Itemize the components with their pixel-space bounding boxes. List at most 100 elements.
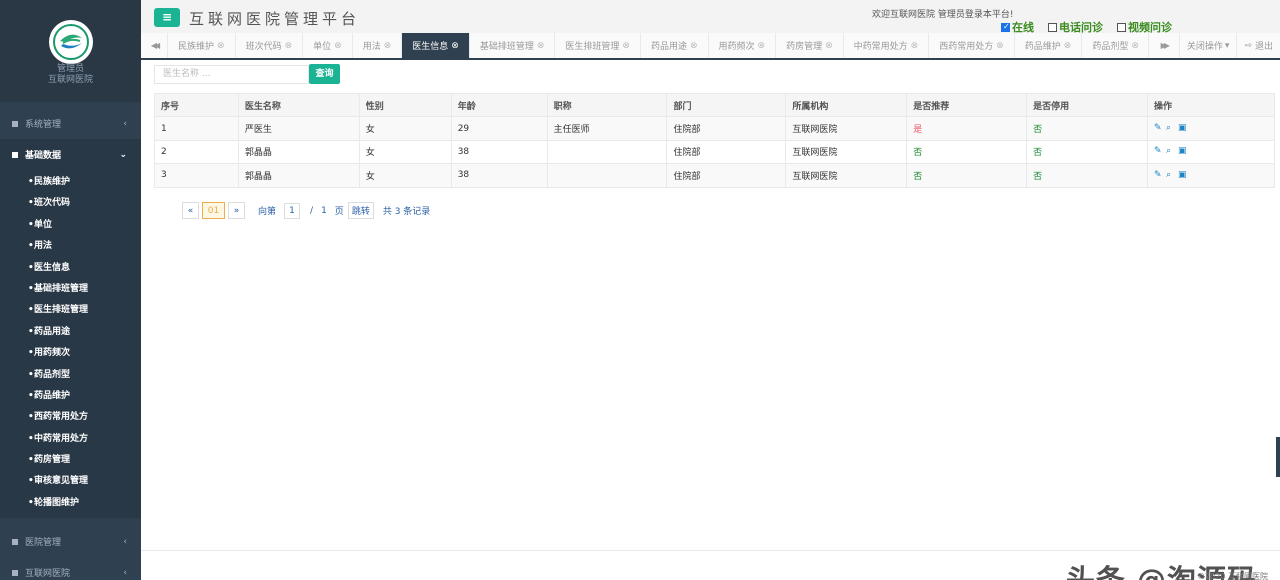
close-icon[interactable]: ⊗ [911,41,919,51]
column-header[interactable]: 性别 [358,92,452,118]
sidebar-item-review-opinion[interactable]: 审核意见管理 [0,471,141,493]
tab-drug-use[interactable]: 药品用途 ⊗ [641,33,709,58]
sidebar-item-unit[interactable]: 单位 [0,215,141,237]
tab-drug-frequency[interactable]: 用药频次 ⊗ [709,33,777,58]
doctor-name-search-input[interactable]: 医生名称 ... [154,65,309,84]
tab-unit[interactable]: 单位 ⊗ [303,33,353,58]
search-icon[interactable]: ⌕ [1166,147,1175,156]
checkbox-unchecked-icon[interactable] [1117,22,1126,32]
sidebar-item-drug-form[interactable]: 药品剂型 [0,365,141,387]
goto-page-input[interactable]: 1 [284,202,301,219]
menu-group-label: 医院管理 [25,538,62,549]
close-icon[interactable]: ⊗ [384,41,392,51]
column-header[interactable]: 部门 [666,92,787,118]
tab-chinese-rx[interactable]: 中药常用处方 ⊗ [844,33,930,58]
caret-down-icon: ▾ [1224,40,1230,51]
close-icon[interactable]: ⊗ [451,41,459,51]
image-icon[interactable]: ▣ [1178,124,1187,133]
current-page-button[interactable]: 01 [202,202,225,219]
tab-doctor-schedule[interactable]: 医生排班管理 ⊗ [555,33,641,58]
profile-role[interactable]: 管理员 [0,64,141,75]
sidebar-item-doctor-schedule[interactable]: 医生排班管理 [0,300,141,322]
side-edge-handle[interactable] [1276,437,1280,477]
sidebar-item-ethnicity[interactable]: 民族维护 [0,172,141,194]
column-header[interactable]: 医生名称 [237,92,360,118]
close-icon[interactable]: ⊗ [996,41,1004,51]
close-icon[interactable]: ⊗ [1131,41,1139,51]
last-page-button[interactable]: » [228,202,245,219]
cell-gender: 女 [358,116,452,141]
logout-button[interactable]: ⇨ 退出 [1236,33,1280,58]
sidebar-item-western-rx[interactable]: 西药常用处方 [0,407,141,429]
checkbox-checked-icon[interactable] [1001,22,1010,32]
close-icon[interactable]: ⊗ [537,41,545,51]
menu-group-system[interactable]: 系统管理 ‹ [0,108,141,139]
search-icon[interactable]: ⌕ [1166,124,1175,133]
table-row[interactable]: 3 郭晶晶 女 38 住院部 互联网医院 否 否 ✎ ⌕ ▣ [154,163,1276,188]
tab-prev-button[interactable]: ◀◀ [141,33,168,58]
tab-label: 药品维护 [1024,42,1061,52]
tab-ethnicity[interactable]: 民族维护 ⊗ [168,33,236,58]
first-page-button[interactable]: « [182,202,199,219]
cell-name: 郭晶晶 [237,139,360,165]
column-header[interactable]: 序号 [154,92,239,118]
tab-drug-form[interactable]: 药品剂型 ⊗ [1082,33,1147,58]
close-operations-dropdown[interactable]: 关闭操作 ▾ [1178,33,1237,58]
sidebar-item-usage[interactable]: 用法 [0,236,141,258]
close-icon[interactable]: ⊗ [758,41,766,51]
total-records: 共 3 条记录 [382,207,431,217]
cell-no: 2 [154,139,239,165]
edit-pencil-icon[interactable]: ✎ [1154,124,1163,133]
search-button[interactable]: 查询 [309,64,340,84]
table-row[interactable]: 1 严医生 女 29 主任医师 住院部 互联网医院 是 否 ✎ ⌕ ▣ [154,116,1276,141]
table-row[interactable]: 2 郭晶晶 女 38 住院部 互联网医院 否 否 ✎ ⌕ ▣ [154,139,1276,165]
sidebar-item-drug-maintain[interactable]: 药品维护 [0,386,141,408]
column-header[interactable]: 是否停用 [1026,92,1148,118]
cell-actions: ✎ ⌕ ▣ [1146,163,1276,188]
close-icon[interactable]: ⊗ [690,41,698,51]
sidebar-item-drug-frequency[interactable]: 用药频次 [0,343,141,365]
close-icon[interactable]: ⊗ [334,41,342,51]
column-header[interactable]: 职称 [546,92,668,118]
cell-age: 38 [450,163,548,188]
sidebar-item-chinese-rx[interactable]: 中药常用处方 [0,429,141,451]
menu-group-hospital[interactable]: 医院管理 ‹ [0,526,141,557]
tab-drug-maintain[interactable]: 药品维护 ⊗ [1015,33,1083,58]
sidebar-item-pharmacy[interactable]: 药房管理 [0,450,141,472]
tab-shift-code[interactable]: 班次代码 ⊗ [236,33,304,58]
sidebar-item-doctor-info[interactable]: 医生信息 [0,258,141,280]
close-icon[interactable]: ⊗ [825,41,833,51]
tab-basic-schedule[interactable]: 基础排班管理 ⊗ [470,33,556,58]
grid-icon [12,120,18,127]
close-icon[interactable]: ⊗ [217,41,225,51]
column-header[interactable]: 年龄 [450,92,548,118]
sidebar-item-carousel[interactable]: 轮播图维护 [0,493,141,515]
sidebar-item-basic-schedule[interactable]: 基础排班管理 [0,279,141,301]
tab-doctor-info[interactable]: 医生信息 ⊗ [402,33,470,58]
search-icon[interactable]: ⌕ [1166,170,1175,180]
tab-usage[interactable]: 用法 ⊗ [353,33,403,58]
menu-group-internet-hospital[interactable]: 互联网医院 ‹ [0,557,141,580]
sidebar-item-drug-use[interactable]: 药品用途 [0,322,141,344]
image-icon[interactable]: ▣ [1178,170,1187,180]
tab-label: 班次代码 [245,42,282,52]
tab-next-button[interactable]: ▶▶ [1147,33,1179,58]
tab-pharmacy[interactable]: 药房管理 ⊗ [776,33,844,58]
menu-toggle-button[interactable]: ≡ [154,8,180,27]
cell-dept: 住院部 [666,139,787,165]
edit-pencil-icon[interactable]: ✎ [1154,170,1163,180]
menu-group-basic-data[interactable]: 基础数据 ⌄ [0,139,141,170]
image-icon[interactable]: ▣ [1178,147,1187,156]
column-header[interactable]: 所属机构 [785,92,908,118]
jump-button[interactable]: 跳转 [347,202,374,219]
column-header[interactable]: 是否推荐 [906,92,1028,118]
sidebar-item-shift-code[interactable]: 班次代码 [0,193,141,215]
close-icon[interactable]: ⊗ [1064,41,1072,51]
close-icon[interactable]: ⊗ [285,41,293,51]
edit-pencil-icon[interactable]: ✎ [1154,147,1163,156]
close-icon[interactable]: ⊗ [622,41,630,51]
tab-western-rx[interactable]: 西药常用处方 ⊗ [929,33,1015,58]
logout-icon: ⇨ [1244,40,1252,51]
checkbox-unchecked-icon[interactable] [1048,22,1057,32]
table-header-row: 序号 医生名称 性别 年龄 职称 部门 所属机构 是否推荐 是否停用 操作 [154,92,1276,118]
